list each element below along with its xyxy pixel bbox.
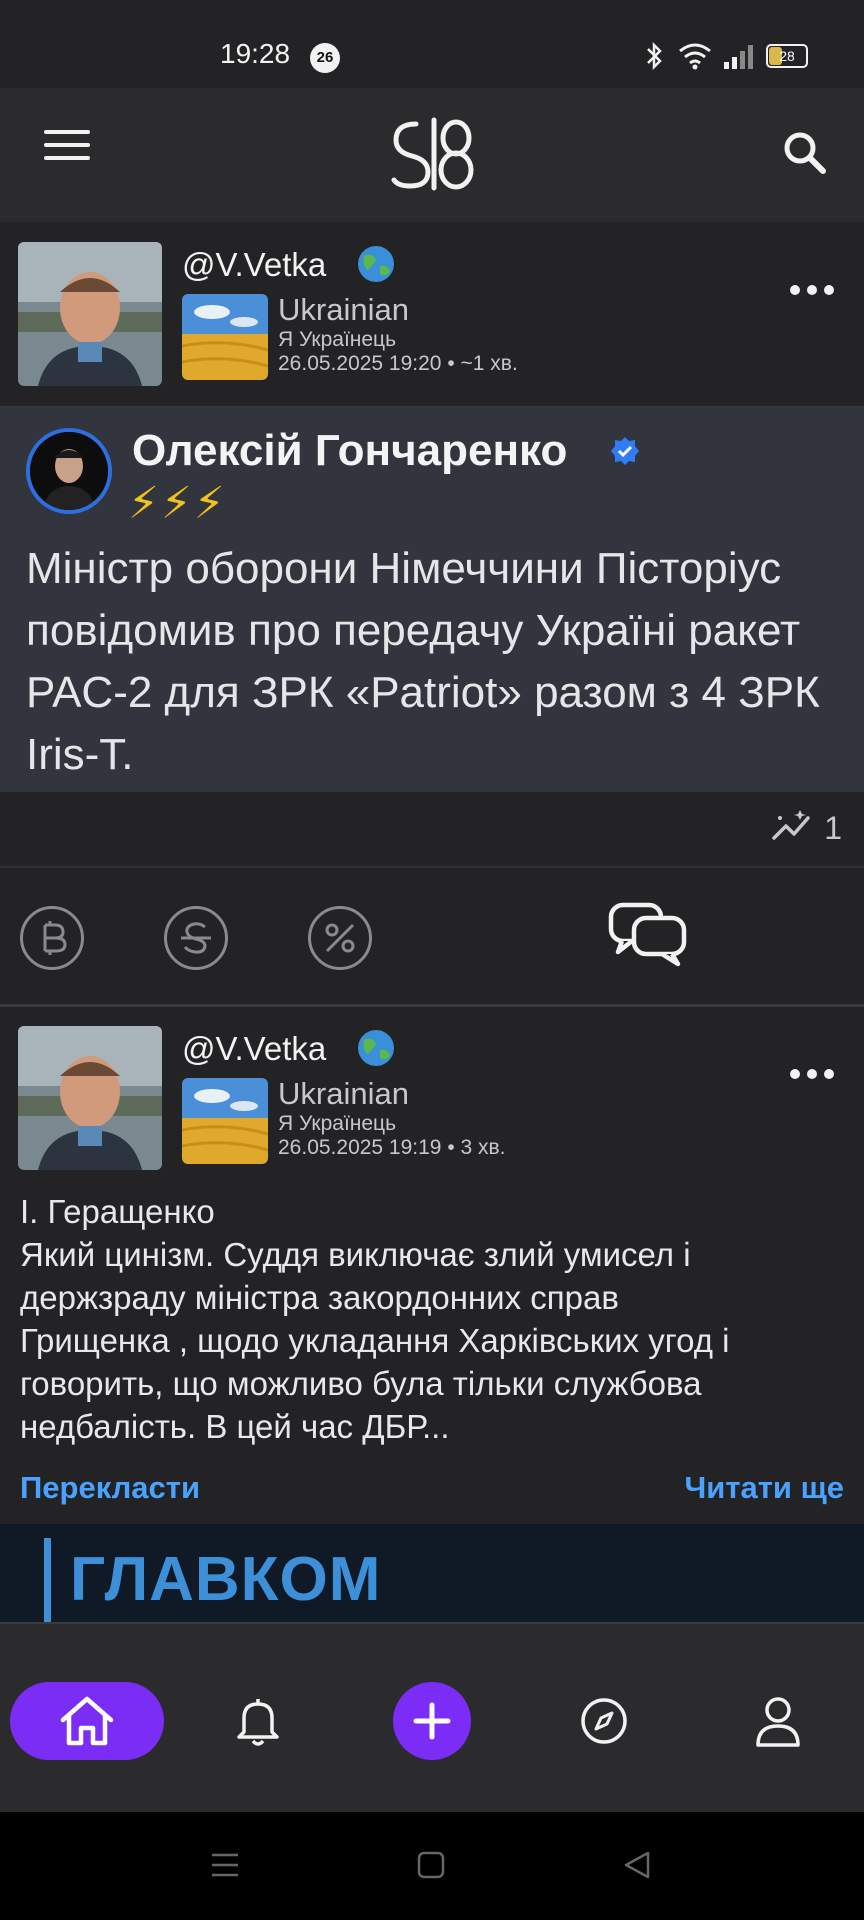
back-icon[interactable]	[622, 1850, 652, 1880]
post-text-line: говорить, що можливо була тільки службов…	[20, 1365, 702, 1402]
preview-brand: ГЛАВКОМ	[70, 1545, 382, 1614]
post-language: Ukrainian	[278, 1076, 409, 1111]
home-system-icon[interactable]	[416, 1850, 446, 1880]
preview-accent-bar	[44, 1538, 51, 1622]
home-icon	[60, 1696, 114, 1746]
notification-count-badge: 26	[310, 43, 340, 73]
status-time: 19:28	[220, 38, 291, 69]
search-icon[interactable]	[780, 128, 828, 176]
app-logo[interactable]	[390, 110, 474, 198]
community-image[interactable]	[182, 294, 268, 380]
embedded-post-text: Міністр оборони Німеччини Пісторіус пові…	[26, 544, 820, 779]
community-image[interactable]	[182, 1078, 268, 1164]
post-text-line: недбалість. В цей час ДБР...	[20, 1408, 450, 1445]
comments-icon[interactable]	[608, 902, 688, 968]
trending-icon	[772, 810, 810, 840]
user-handle[interactable]: @V.Vetka	[182, 1030, 326, 1068]
stats-count: 1	[824, 810, 842, 846]
community-name[interactable]: Я Українець	[278, 1112, 396, 1136]
bottom-navigation	[0, 1622, 864, 1814]
post-actions	[0, 866, 864, 1007]
more-options-button[interactable]	[790, 280, 834, 300]
battery-level: 28	[779, 48, 795, 64]
status-bar: 19:28 26 28	[0, 0, 864, 88]
user-handle[interactable]: @V.Vetka	[182, 246, 326, 284]
embedded-author-name: Олексій Гончаренко	[132, 426, 568, 475]
bitcoin-coin-icon[interactable]	[20, 906, 84, 970]
percent-coin-icon[interactable]	[308, 906, 372, 970]
create-post-button[interactable]	[393, 1682, 471, 1760]
battery-indicator: 28	[766, 44, 808, 68]
translate-link[interactable]: Перекласти	[20, 1470, 200, 1506]
post-text-line: Грищенка , щодо укладання Харківських уг…	[20, 1322, 730, 1359]
avatar[interactable]	[18, 1026, 162, 1170]
recents-icon[interactable]	[210, 1850, 240, 1880]
post-timestamp: 26.05.2025 19:19 • 3 хв.	[278, 1136, 506, 1159]
menu-button[interactable]	[44, 130, 90, 170]
read-more-link[interactable]: Читати ще	[684, 1470, 844, 1506]
bluetooth-icon	[647, 41, 662, 71]
post-stats: 1	[0, 792, 864, 868]
system-navigation-bar	[0, 1812, 864, 1920]
avatar[interactable]	[18, 242, 162, 386]
status-icons: 28	[642, 40, 808, 72]
community-name[interactable]: Я Українець	[278, 328, 396, 352]
verified-badge-icon	[611, 437, 639, 465]
lightning-emoji: ⚡⚡⚡	[128, 479, 227, 528]
globe-icon	[358, 1030, 394, 1066]
link-preview[interactable]: ГЛАВКОМ	[0, 1524, 864, 1622]
profile-icon[interactable]	[752, 1694, 804, 1748]
nav-home[interactable]	[10, 1682, 164, 1760]
app-header	[0, 88, 864, 222]
embedded-post[interactable]: Олексій Гончаренко ⚡⚡⚡ Міністр оборони Н…	[0, 406, 864, 792]
plus-icon	[413, 1702, 451, 1740]
post-text-line: держзраду міністра закордонних справ	[20, 1279, 619, 1316]
post-body-text[interactable]: І. Геращенко Який цинізм. Суддя виключає…	[20, 1190, 850, 1448]
post-text-line: І. Геращенко	[20, 1193, 215, 1230]
strikethrough-coin-icon[interactable]	[164, 906, 228, 970]
wifi-icon	[679, 43, 711, 70]
compass-icon[interactable]	[578, 1694, 630, 1748]
globe-icon	[358, 246, 394, 282]
post-text-line: Який цинізм. Суддя виключає злий умисел …	[20, 1236, 691, 1273]
more-options-button[interactable]	[790, 1064, 834, 1084]
post-timestamp: 26.05.2025 19:20 • ~1 хв.	[278, 352, 518, 375]
post-language: Ukrainian	[278, 292, 409, 327]
embedded-author-avatar	[26, 428, 112, 514]
signal-icon	[724, 45, 753, 69]
bell-icon[interactable]	[232, 1694, 284, 1748]
